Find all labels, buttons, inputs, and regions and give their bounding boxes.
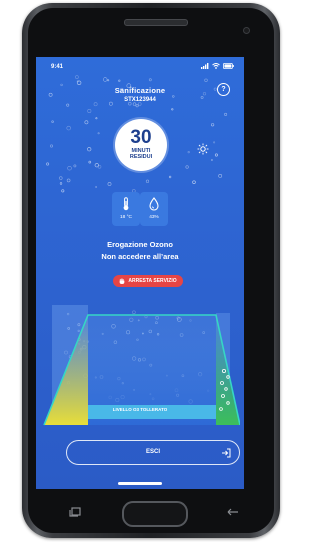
- ozone-particle: [93, 102, 98, 107]
- logout-icon: [222, 448, 231, 458]
- water-drop-icon: [149, 197, 159, 211]
- front-camera: [243, 27, 250, 34]
- ozone-particle: [218, 174, 223, 178]
- ozone-particle: [107, 182, 112, 186]
- home-key[interactable]: [122, 501, 188, 527]
- ozone-particle: [171, 108, 174, 111]
- status-bar: 9:41: [36, 57, 244, 75]
- ozone-particle: [73, 164, 77, 168]
- hand-icon: [120, 278, 125, 284]
- recent-apps-key-icon[interactable]: [69, 507, 83, 517]
- ozone-particle: [67, 165, 72, 171]
- ozone-particle: [76, 80, 82, 85]
- ozone-particle: [145, 179, 150, 183]
- ozone-particle: [148, 78, 152, 82]
- ozone-particle: [97, 165, 102, 169]
- ozone-particle: [88, 160, 92, 164]
- ozone-particle: [102, 77, 108, 82]
- ozone-particle: [66, 125, 71, 131]
- battery-icon: [223, 63, 234, 69]
- help-button[interactable]: ?: [217, 83, 230, 96]
- ozone-particle: [87, 108, 92, 113]
- ozone-particle: [211, 123, 215, 127]
- warning-message: Non accedere all’area: [101, 252, 179, 261]
- ozone-particle: [210, 159, 213, 162]
- ozone-particle: [50, 144, 54, 148]
- ozone-particle: [66, 178, 71, 183]
- page-header: Sanificazione STX123944: [76, 86, 204, 103]
- device-code: STX123944: [124, 97, 156, 103]
- home-indicator[interactable]: [118, 482, 162, 485]
- ozone-particle: [59, 176, 63, 180]
- ozone-particle: [214, 153, 218, 157]
- help-icon: ?: [221, 86, 226, 93]
- back-key-icon[interactable]: [226, 507, 240, 517]
- timer-value: 30: [130, 127, 152, 148]
- ozone-particle: [107, 79, 110, 82]
- ozone-particle: [213, 141, 216, 144]
- exit-button[interactable]: ESCI: [66, 440, 240, 465]
- ozone-particle: [84, 120, 89, 125]
- ozone-particle: [132, 102, 137, 106]
- ozone-particle: [97, 132, 100, 135]
- ozone-particle: [185, 165, 189, 169]
- ozone-particle: [192, 180, 196, 184]
- ozone-particle: [204, 78, 208, 82]
- thermometer-icon: [123, 197, 129, 211]
- status-icons: [201, 63, 234, 69]
- ozone-particle: [87, 147, 92, 152]
- ozone-particle: [94, 163, 99, 168]
- ozone-particle: [61, 189, 65, 193]
- temperature-card: 18 °C: [112, 192, 140, 226]
- ozone-status-message: Erogazione Ozono: [107, 240, 173, 249]
- humidity-card: 43%: [140, 192, 168, 226]
- ozone-particle: [95, 186, 98, 188]
- status-time: 9:41: [51, 64, 64, 70]
- ozone-particle: [48, 92, 53, 97]
- temperature-value: 18 °C: [119, 215, 133, 220]
- exit-label: ESCI: [145, 449, 160, 455]
- page-title: Sanificazione: [114, 86, 166, 95]
- wifi-icon: [212, 63, 220, 69]
- ozone-particle: [59, 182, 63, 185]
- sun-icon: [197, 143, 209, 155]
- ozone-particle: [66, 103, 70, 107]
- ozone-particle: [75, 75, 79, 79]
- ozone-particle: [60, 83, 63, 87]
- tolerated-level-label: LIVELLO O3 TOLLERATO: [112, 407, 168, 412]
- ozone-particle: [118, 79, 121, 82]
- ozone-particle: [95, 117, 98, 120]
- ozone-particle: [76, 80, 79, 83]
- earpiece-speaker: [124, 19, 188, 26]
- ozone-particle: [46, 162, 50, 166]
- timer-label: RESIDUI: [129, 154, 153, 160]
- ozone-particle: [224, 112, 228, 116]
- stop-service-button[interactable]: ARRESTA SERVIZIO: [113, 275, 183, 287]
- signal-icon: [201, 63, 209, 69]
- app-screen: 9:41 Sanificazione STX123944 ? 30 MINUTI: [36, 57, 244, 489]
- ozone-particle: [168, 175, 172, 179]
- humidity-value: 43%: [149, 215, 159, 220]
- countdown-timer: 30 MINUTI RESIDUI: [115, 119, 167, 171]
- stop-service-label: ARRESTA SERVIZIO: [128, 278, 177, 284]
- ozone-particle: [135, 104, 139, 108]
- ozone-particle: [51, 120, 54, 123]
- ozone-particle: [187, 150, 190, 154]
